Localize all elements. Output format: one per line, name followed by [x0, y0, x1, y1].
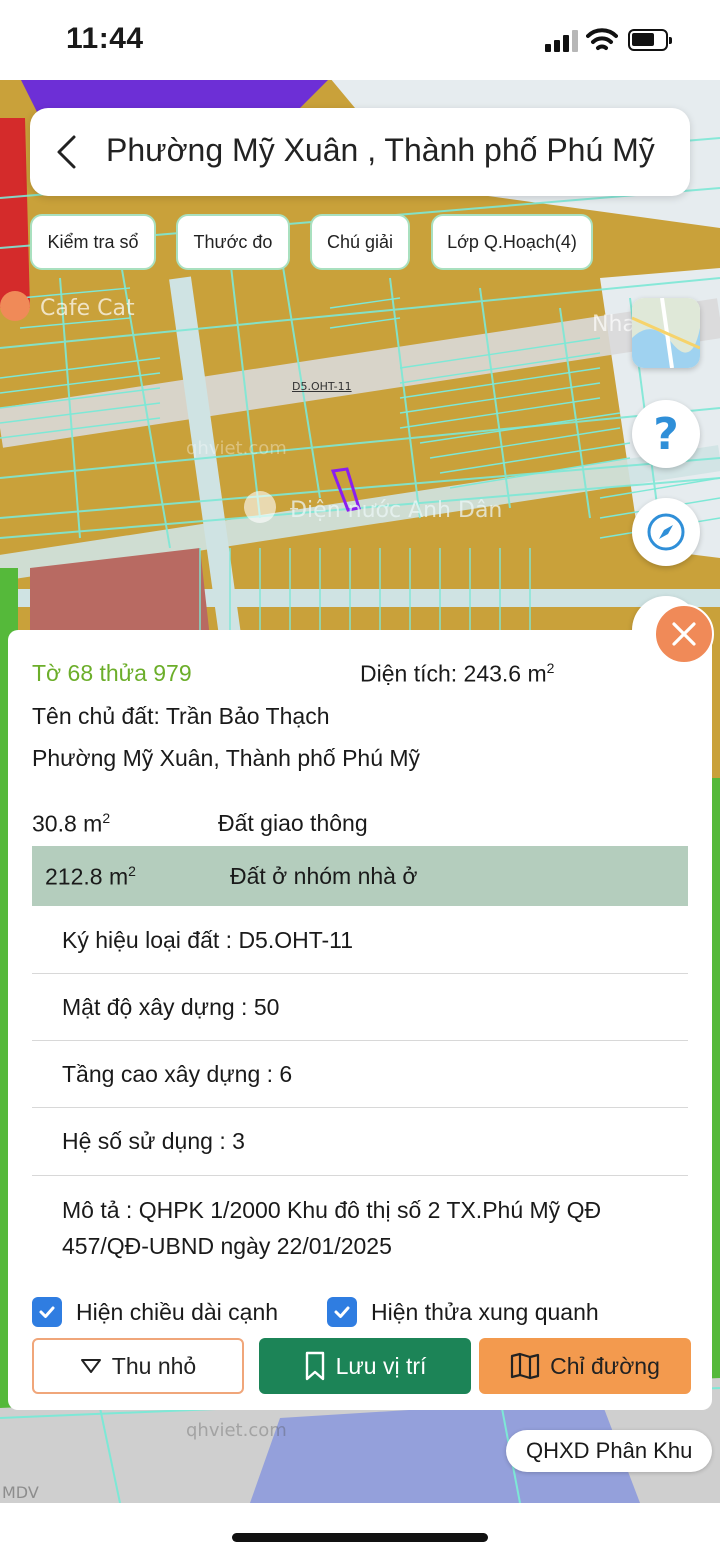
triangle-down-icon — [80, 1359, 101, 1373]
checkbox-edge-length-label: Hiện chiều dài cạnh — [76, 1298, 279, 1325]
attr-height-text: Tầng cao xây dựng : 6 — [62, 1061, 293, 1087]
save-location-label: Lưu vị trí — [335, 1352, 427, 1379]
battery-icon — [628, 29, 672, 51]
status-time: 11:44 — [66, 22, 144, 55]
parcel-area-text: Diện tích: 243.6 m — [360, 660, 547, 687]
cellular-signal-icon — [545, 30, 579, 52]
attr-land-symbol-text: Ký hiệu loại đất : D5.OHT-11 — [62, 927, 354, 953]
location-title: Phường Mỹ Xuân , Thành phố Phú Mỹ — [106, 132, 655, 168]
checkbox-edge-length[interactable]: Hiện chiều dài cạnh — [32, 1297, 278, 1327]
layer-name-pill[interactable]: QHXD Phân Khu — [506, 1430, 713, 1472]
attr-height: Tầng cao xây dựng : 6 — [32, 1041, 688, 1108]
attr-coefficient: Hệ số sử dụng : 3 — [32, 1108, 688, 1176]
allocation-amount-unit: 2 — [128, 863, 136, 879]
compass-icon — [647, 513, 685, 551]
plan-description-line1: Mô tả : QHPK 1/2000 Khu đô thị số 2 TX.P… — [62, 1197, 602, 1223]
checkbox-checked-icon[interactable] — [327, 1297, 357, 1327]
allocation-row-transport: 30.8 m2 Đất giao thông — [32, 792, 688, 852]
map-label-mdv: MDV — [2, 1483, 39, 1502]
back-arrow-icon[interactable] — [52, 134, 82, 170]
wifi-icon — [586, 28, 618, 50]
map-label-cafe: Cafe Cat — [40, 296, 135, 321]
checkbox-checked-icon[interactable] — [32, 1297, 62, 1327]
map-watermark: qhviet.com — [186, 438, 287, 459]
help-button[interactable]: ? — [632, 400, 700, 468]
parcel-area: Diện tích: 243.6 m2 — [360, 660, 554, 688]
allocation-amount-unit: 2 — [102, 810, 111, 826]
attr-land-symbol: Ký hiệu loại đất : D5.OHT-11 — [32, 908, 688, 974]
map-icon — [511, 1352, 540, 1380]
attr-coefficient-text: Hệ số sử dụng : 3 — [62, 1128, 245, 1154]
attr-density-text: Mật độ xây dựng : 50 — [62, 994, 280, 1020]
checkbox-neighbors-label: Hiện thửa xung quanh — [371, 1298, 599, 1325]
home-indicator[interactable] — [232, 1533, 488, 1542]
map-label-parcel-code: D5.OHT-11 — [292, 380, 352, 393]
allocation-type: Đất ở nhóm nhà ở — [230, 863, 418, 889]
bookmark-icon — [305, 1351, 324, 1381]
parcel-area-unit: 2 — [546, 660, 555, 676]
allocation-amount: 212.8 m2 — [45, 863, 136, 891]
map-type-thumbnail[interactable] — [632, 298, 700, 368]
home-area — [0, 1503, 720, 1559]
attr-density: Mật độ xây dựng : 50 — [32, 974, 688, 1041]
map-label-nha: Nha — [592, 312, 636, 337]
help-icon: ? — [653, 408, 679, 460]
collapse-button[interactable]: Thu nhỏ — [32, 1338, 244, 1394]
map-label-street: Điện nước Anh Dân — [290, 498, 503, 523]
allocation-amount: 30.8 m2 — [32, 810, 110, 838]
close-panel-button[interactable] — [654, 604, 714, 664]
save-location-button[interactable]: Lưu vị trí — [259, 1338, 471, 1394]
collapse-label: Thu nhỏ — [111, 1352, 197, 1379]
parcel-address: Phường Mỹ Xuân, Thành phố Phú Mỹ — [32, 745, 421, 771]
chip-planning-layers[interactable]: Lớp Q.Hoạch(4) — [431, 214, 593, 270]
directions-button[interactable]: Chỉ đường — [479, 1338, 691, 1394]
map-type-icon — [632, 298, 700, 368]
chip-check-certificate[interactable]: Kiểm tra sổ — [30, 214, 156, 270]
plan-description: Mô tả : QHPK 1/2000 Khu đô thị số 2 TX.P… — [62, 1192, 662, 1264]
allocation-type: Đất giao thông — [218, 810, 368, 836]
allocation-amount-value: 30.8 m — [32, 810, 103, 837]
chip-ruler[interactable]: Thước đo — [176, 214, 290, 270]
allocation-row-residential[interactable]: 212.8 m2 Đất ở nhóm nhà ở — [32, 846, 688, 906]
plan-description-line2: 457/QĐ-UBND ngày 22/01/2025 — [62, 1233, 392, 1259]
directions-label: Chỉ đường — [550, 1352, 660, 1379]
checkbox-neighbors[interactable]: Hiện thửa xung quanh — [327, 1297, 599, 1327]
map-watermark-bottom: qhviet.com — [186, 1420, 287, 1441]
chip-legend[interactable]: Chú giải — [310, 214, 410, 270]
status-bar: 11:44 — [0, 0, 720, 80]
close-icon — [672, 622, 696, 646]
compass-button[interactable] — [632, 498, 700, 566]
parcel-id: Tờ 68 thửa 979 — [32, 660, 192, 686]
allocation-amount-value: 212.8 m — [45, 863, 129, 890]
owner-name: Tên chủ đất: Trần Bảo Thạch — [32, 703, 330, 729]
